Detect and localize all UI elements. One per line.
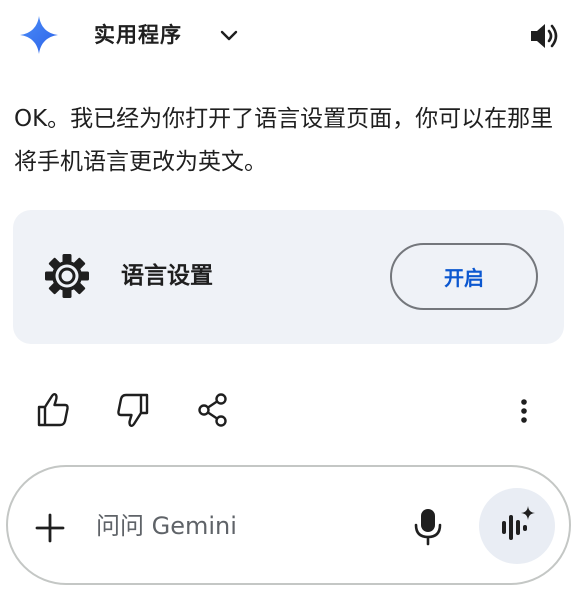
language-settings-card: 语言设置 开启: [13, 210, 564, 344]
header: 实用程序: [0, 0, 577, 72]
open-button[interactable]: 开启: [390, 243, 538, 310]
thumb-down-icon[interactable]: [113, 388, 153, 432]
gemini-sparkle-icon: [19, 15, 59, 55]
gemini-screen: 实用程序 OK。我已经为你打开了语言设置页面，你可以在那里将手机语言更改为英文。: [0, 0, 577, 592]
assistant-message: OK。我已经为你打开了语言设置页面，你可以在那里将手机语言更改为英文。: [14, 106, 554, 175]
thumb-up-icon[interactable]: [33, 388, 73, 432]
chevron-down-icon[interactable]: [216, 23, 242, 49]
card-label: 语言设置: [121, 263, 213, 289]
prompt-input-placeholder[interactable]: 问问 Gemini: [96, 511, 237, 541]
gemini-live-icon: [502, 506, 535, 540]
gear-icon: [43, 252, 91, 300]
share-icon[interactable]: [193, 388, 233, 432]
speaker-icon[interactable]: [528, 21, 560, 51]
microphone-icon[interactable]: [410, 506, 446, 548]
app-title[interactable]: 实用程序: [94, 20, 182, 50]
gemini-live-button[interactable]: [479, 488, 555, 564]
plus-icon[interactable]: [30, 508, 70, 548]
response-actions: [0, 388, 577, 434]
prompt-input-bar[interactable]: 问问 Gemini: [6, 465, 571, 585]
more-vertical-icon[interactable]: [504, 388, 544, 432]
